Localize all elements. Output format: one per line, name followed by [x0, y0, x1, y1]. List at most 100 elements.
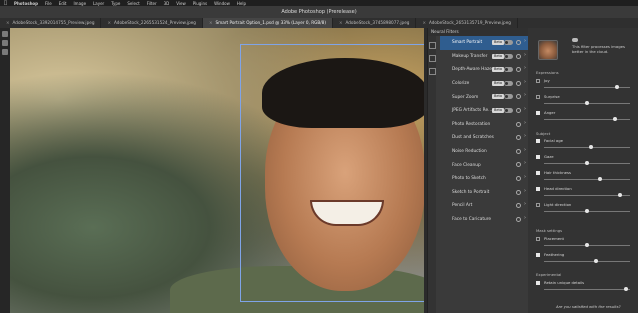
- slider-track[interactable]: [544, 261, 630, 262]
- filter-item[interactable]: Super Zoom Beta ›: [440, 90, 528, 104]
- selection-tool-icon[interactable]: [2, 40, 8, 46]
- filter-item[interactable]: Depth-Aware Haze Beta ›: [440, 63, 528, 77]
- move-tool-icon[interactable]: [2, 31, 8, 37]
- document-tab[interactable]: × Smart Portrait Option_1.psd @ 33% (Laye…: [202, 18, 333, 28]
- chevron-right-icon[interactable]: ›: [524, 65, 526, 71]
- chevron-right-icon[interactable]: ›: [524, 147, 526, 153]
- chevron-right-icon[interactable]: ›: [524, 160, 526, 166]
- chevron-right-icon[interactable]: ›: [524, 215, 526, 221]
- filter-toggle[interactable]: [504, 53, 513, 59]
- chevron-right-icon[interactable]: ›: [524, 52, 526, 58]
- slider-checkbox[interactable]: [536, 187, 540, 191]
- filter-item[interactable]: Makeup Transfer Beta ›: [440, 50, 528, 64]
- close-tab-icon[interactable]: ×: [422, 20, 426, 25]
- slider-track[interactable]: [544, 147, 630, 148]
- slider-checkbox[interactable]: [536, 203, 540, 207]
- filter-item[interactable]: Smart Portrait Beta ›: [440, 36, 528, 50]
- filter-toggle[interactable]: [504, 107, 513, 113]
- slider-checkbox[interactable]: [536, 155, 540, 159]
- download-icon[interactable]: [516, 80, 521, 86]
- download-icon[interactable]: [516, 40, 521, 45]
- download-icon[interactable]: [516, 148, 521, 154]
- download-icon[interactable]: [516, 135, 521, 141]
- filter-item[interactable]: JPEG Artifacts Re... Beta ›: [440, 104, 528, 118]
- close-tab-icon[interactable]: ×: [107, 20, 111, 25]
- menu-item[interactable]: Filter: [147, 1, 157, 6]
- beta-filters-icon[interactable]: [429, 68, 436, 75]
- filter-item[interactable]: Sketch to Portrait ›: [440, 186, 528, 200]
- menu-item[interactable]: 3D: [164, 1, 170, 6]
- slider-checkbox[interactable]: [536, 171, 540, 175]
- chevron-right-icon[interactable]: ›: [524, 174, 526, 180]
- document-tab[interactable]: × AdobeStock_3745898077.jpeg: [333, 18, 417, 28]
- download-icon[interactable]: [516, 107, 521, 113]
- slider-checkbox[interactable]: [536, 111, 540, 115]
- slider-checkbox[interactable]: [536, 253, 540, 257]
- filter-item[interactable]: Face to Caricature ›: [440, 213, 528, 227]
- chevron-right-icon[interactable]: ›: [524, 106, 526, 112]
- chevron-right-icon[interactable]: ›: [524, 133, 526, 139]
- menu-item[interactable]: Plugins: [193, 1, 207, 6]
- slider-checkbox[interactable]: [536, 237, 540, 241]
- download-icon[interactable]: [516, 121, 521, 127]
- close-tab-icon[interactable]: ×: [209, 20, 213, 25]
- menu-item[interactable]: Image: [74, 1, 87, 6]
- slider-knob[interactable]: [585, 161, 589, 165]
- filter-toggle[interactable]: [504, 67, 513, 73]
- download-icon[interactable]: [516, 67, 521, 73]
- slider-knob[interactable]: [593, 259, 598, 263]
- document-canvas[interactable]: [10, 28, 424, 313]
- slider-track[interactable]: [544, 119, 630, 120]
- download-icon[interactable]: [516, 203, 521, 209]
- document-tab[interactable]: × AdobeStock_3392014755_Preview.jpeg: [0, 18, 102, 28]
- all-filters-icon[interactable]: [429, 42, 436, 49]
- slider-track[interactable]: [544, 179, 630, 180]
- filter-item[interactable]: Photo to Sketch ›: [440, 172, 528, 186]
- chevron-right-icon[interactable]: ›: [524, 188, 526, 194]
- download-icon[interactable]: [516, 94, 521, 100]
- filter-item[interactable]: Photo Restoration ›: [440, 118, 528, 132]
- slider-knob[interactable]: [585, 101, 589, 105]
- download-icon[interactable]: [516, 175, 521, 181]
- slider-knob[interactable]: [623, 287, 628, 291]
- document-tab[interactable]: × AdobeStock_2653135719_Preview.jpeg: [416, 18, 518, 28]
- chevron-right-icon[interactable]: ›: [524, 201, 526, 207]
- menu-item[interactable]: View: [176, 1, 186, 6]
- wait-list-icon[interactable]: [429, 55, 436, 62]
- menu-item[interactable]: Window: [214, 1, 230, 6]
- slider-knob[interactable]: [612, 117, 617, 121]
- filter-toggle[interactable]: [504, 40, 513, 45]
- download-icon[interactable]: [516, 189, 521, 195]
- slider-track[interactable]: [544, 289, 630, 290]
- slider-knob[interactable]: [585, 243, 589, 247]
- download-icon[interactable]: [516, 53, 521, 59]
- slider-checkbox[interactable]: [536, 139, 540, 143]
- slider-knob[interactable]: [589, 145, 594, 149]
- filter-toggle[interactable]: [504, 80, 513, 86]
- document-tab[interactable]: × AdobeStock_2265531524_Preview.jpeg: [101, 18, 203, 28]
- download-icon[interactable]: [516, 216, 521, 222]
- menu-item[interactable]: Help: [237, 1, 246, 6]
- filter-item[interactable]: Dust and Scratches ›: [440, 131, 528, 145]
- slider-checkbox[interactable]: [536, 281, 540, 285]
- slider-knob[interactable]: [585, 209, 589, 213]
- slider-checkbox[interactable]: [536, 95, 540, 99]
- filter-item[interactable]: Noise Reduction ›: [440, 145, 528, 159]
- filter-item[interactable]: Face Cleanup ›: [440, 158, 528, 172]
- menu-item[interactable]: Type: [111, 1, 120, 6]
- filter-toggle[interactable]: [504, 94, 513, 100]
- slider-knob[interactable]: [617, 193, 622, 197]
- menu-item[interactable]: File: [45, 1, 52, 6]
- download-icon[interactable]: [516, 162, 521, 168]
- slider-knob[interactable]: [597, 177, 602, 181]
- filter-item[interactable]: Pencil Art ›: [440, 199, 528, 213]
- chevron-right-icon[interactable]: ›: [524, 38, 526, 44]
- slider-knob[interactable]: [615, 85, 620, 89]
- filter-item[interactable]: Colorize Beta ›: [440, 77, 528, 91]
- chevron-right-icon[interactable]: ›: [524, 120, 526, 126]
- slider-checkbox[interactable]: [536, 79, 540, 83]
- menu-item[interactable]: Layer: [93, 1, 104, 6]
- chevron-right-icon[interactable]: ›: [524, 79, 526, 85]
- menu-item[interactable]: Select: [127, 1, 139, 6]
- menu-item[interactable]: Photoshop: [14, 1, 38, 6]
